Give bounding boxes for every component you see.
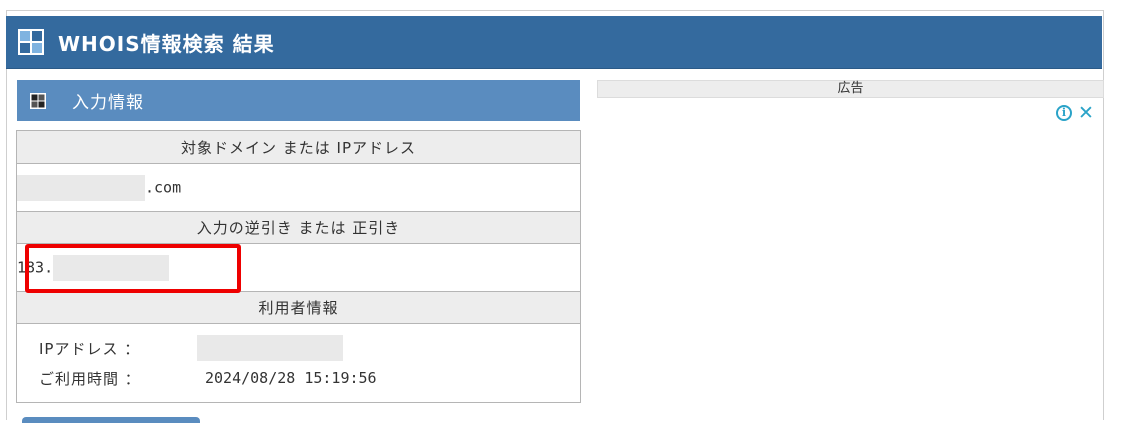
ip-address-row: IPアドレス ： [39,333,580,363]
redacted-domain [17,174,145,201]
frame-left-border [6,10,7,420]
user-info-header: 利用者情報 [16,291,581,324]
domain-header: 対象ドメイン または IPアドレス [16,130,581,164]
grid-icon [18,29,44,55]
usage-time-value: 2024/08/28 15:19:56 [205,369,377,387]
usage-time-row: ご利用時間 ： 2024/08/28 15:19:56 [39,363,580,393]
frame-right-border [1103,10,1104,420]
usage-time-label: ご利用時間 ： [39,369,141,388]
domain-suffix: .com [145,178,182,196]
domain-value: .com [16,163,581,212]
ad-label: 広告 [597,80,1104,98]
ad-controls: i ✕ [1056,104,1094,123]
input-section-title: 入力情報 [72,93,144,113]
ad-close-icon[interactable]: ✕ [1078,104,1094,123]
ad-info-icon[interactable]: i [1056,105,1072,121]
ip-address-label: IPアドレス ： [39,339,141,358]
page-header: WHOIS情報検索 結果 [6,16,1102,69]
top-rule [6,10,1103,11]
page-title: WHOIS情報検索 結果 [58,31,275,56]
bottom-section-tab [22,417,200,423]
redacted-user-ip [197,335,343,361]
user-info-cell: IPアドレス ： ご利用時間 ： 2024/08/28 15:19:56 [16,323,581,403]
grid-icon [30,92,46,109]
input-section-header: 入力情報 [17,80,580,121]
highlight-box [25,244,241,293]
reverse-lookup-header: 入力の逆引き または 正引き [16,211,581,244]
